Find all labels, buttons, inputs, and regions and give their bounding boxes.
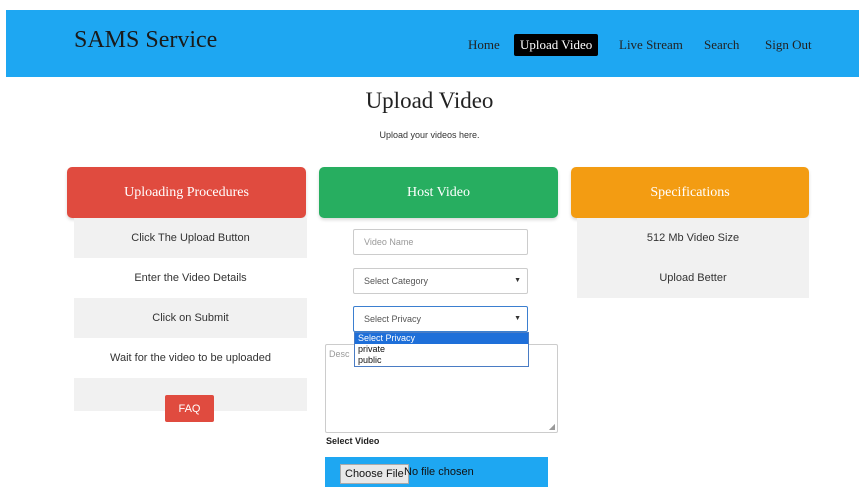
procedures-header: Uploading Procedures [67,167,306,218]
video-name-placeholder: Video Name [364,237,414,247]
spec-item: 512 Mb Video Size [577,218,809,258]
video-name-input[interactable]: Video Name [353,229,528,255]
privacy-option[interactable]: public [355,355,528,366]
spec-item: Upload Better [577,258,809,298]
specifications-header: Specifications [571,167,809,218]
select-video-label: Select Video [326,436,380,446]
page-subtitle: Upload your videos here. [379,130,480,140]
nav-home[interactable]: Home [462,34,506,56]
privacy-dropdown-list: Select Privacy private public [354,332,529,367]
choose-file-button[interactable]: Choose File [340,464,409,484]
brand-logo-text[interactable]: SAMS Service [74,27,217,54]
top-navbar: SAMS Service Home Upload Video Live Stre… [6,10,859,77]
privacy-option[interactable]: Select Privacy [355,333,528,344]
category-select[interactable]: Select Category ▼ [353,268,528,294]
procedure-step: Click The Upload Button [74,218,307,258]
nav-live-stream[interactable]: Live Stream [613,34,689,56]
description-placeholder: Desc [329,349,350,359]
no-file-text: No file chosen [404,466,474,478]
nav-search[interactable]: Search [698,34,745,56]
faq-button[interactable]: FAQ [165,395,214,422]
chevron-down-icon: ▼ [514,315,521,322]
privacy-select[interactable]: Select Privacy ▼ [353,306,528,332]
page-title: Upload Video [365,88,494,113]
procedure-step: Enter the Video Details [134,272,247,284]
procedure-step: Wait for the video to be uploaded [109,352,272,364]
resize-grip-icon[interactable]: ◢ [549,422,555,431]
file-input-bar: Choose File No file chosen [325,457,548,487]
nav-sign-out[interactable]: Sign Out [759,34,818,56]
procedure-step: Click on Submit [74,298,307,338]
privacy-option[interactable]: private [355,344,528,355]
chevron-down-icon: ▼ [514,277,521,284]
host-video-header: Host Video [319,167,558,218]
privacy-select-value: Select Privacy [364,314,422,324]
nav-upload-video[interactable]: Upload Video [514,34,599,56]
category-select-value: Select Category [364,276,429,286]
